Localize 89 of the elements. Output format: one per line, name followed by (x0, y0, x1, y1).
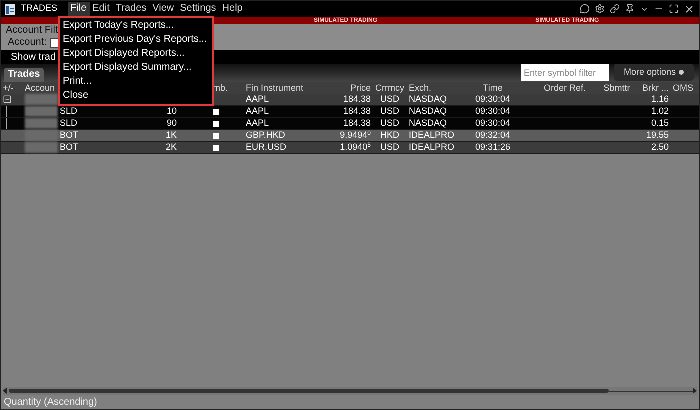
menu-option[interactable]: Export Displayed Summary... (60, 61, 212, 75)
column-header[interactable]: Time (483, 84, 503, 92)
menu-option[interactable]: Export Today's Reports... (60, 19, 212, 33)
column-header[interactable]: Price (350, 84, 371, 92)
table-cell: 2.50 (651, 142, 669, 153)
table-cell: 184.38 (343, 106, 371, 117)
table-cell: 1.16 (651, 94, 669, 105)
menu-item[interactable]: View (150, 2, 178, 16)
redacted-block (25, 106, 58, 117)
window-title: TRADES (21, 2, 58, 16)
table-cell: USD (380, 118, 400, 129)
more-options-button[interactable]: More options (614, 64, 694, 81)
table-cell: 09:32:04 (475, 130, 511, 141)
table-cell: SLD (60, 118, 78, 129)
menu-item[interactable]: Help (219, 2, 246, 16)
table-cell: HKD (380, 130, 400, 141)
table-row[interactable]: SLD 90 AAPL 184.38 USD NASDAQ 09:30:04 0.15 (1, 118, 699, 130)
field-label: Account: (8, 37, 47, 49)
table-cell: 09:30:04 (475, 106, 511, 117)
table-cell: IDEALPRO (409, 130, 455, 141)
table-cell: USD (380, 94, 400, 105)
redacted-block (25, 94, 58, 105)
account-field[interactable] (50, 38, 60, 48)
pin-icon[interactable] (625, 4, 635, 14)
collapse-icon[interactable] (3, 95, 12, 104)
table-cell: GBP.HKD (246, 130, 286, 141)
scrollbar-thumb[interactable] (9, 389, 609, 393)
redacted-block (25, 118, 58, 129)
scroll-right-icon[interactable] (693, 388, 697, 394)
table-cell: 0.15 (651, 118, 669, 129)
column-header[interactable]: +/- (3, 84, 14, 92)
column-header[interactable]: Exch. (409, 84, 432, 92)
table-cell: 184.38 (343, 94, 371, 105)
link-icon[interactable] (610, 4, 620, 14)
table-cell: EUR.USD (246, 142, 287, 153)
menu-option[interactable]: Export Previous Day's Reports... (60, 33, 212, 47)
column-header[interactable]: Brkr ... (642, 84, 669, 92)
table-cell: 1.02 (651, 106, 669, 117)
status-text: Quantity (Ascending) (4, 396, 98, 409)
table-row[interactable]: BOT 1K GBP.HKD 9.9494$^{0}$ HKD IDEALPRO 09:32:04 19.55 (1, 130, 699, 142)
table-cell: 19.55 (646, 130, 669, 141)
table-cell: 2K (166, 142, 177, 153)
table-cell: 10 (166, 106, 177, 117)
table-cell: 184.38 (343, 118, 371, 129)
column-header[interactable]: Accoun (25, 84, 56, 92)
column-header[interactable]: Fin Instrument (246, 84, 304, 92)
panel-title: Account Filt (6, 25, 58, 37)
table-cell: 09:30:04 (475, 118, 511, 129)
table-cell: 1.0940$^{5}$ (340, 142, 371, 153)
menu-item[interactable]: File (68, 2, 90, 16)
maximize-icon[interactable] (669, 4, 679, 14)
table-cell: 09:31:26 (475, 142, 511, 153)
column-header[interactable]: Order Ref. (544, 84, 586, 92)
table-cell: BOT (60, 130, 79, 141)
table-cell: 09:30:04 (475, 94, 511, 105)
symbol-filter-field[interactable]: Enter symbol filter (520, 64, 609, 81)
close-icon[interactable] (684, 4, 695, 14)
table-cell: 9.9494$^{0}$ (340, 130, 371, 141)
table-cell: 1K (166, 130, 177, 141)
table-cell: AAPL (246, 94, 270, 105)
table-cell: SLD (60, 106, 78, 117)
menu-item[interactable]: Edit (90, 2, 113, 16)
table-cell: 90 (166, 118, 177, 129)
table-cell: IDEALPRO (409, 142, 455, 153)
tab[interactable]: Trades (4, 68, 44, 82)
table-cell: AAPL (246, 106, 270, 117)
horizontal-scrollbar[interactable] (3, 387, 697, 395)
table-cell: BOT (60, 142, 79, 153)
show-trades-label: Show trad (11, 50, 56, 64)
table-cell: AAPL (246, 118, 270, 129)
redacted-block (25, 130, 58, 141)
menu-item[interactable]: Settings (177, 2, 220, 16)
table-row[interactable]: BOT 2K EUR.USD 1.0940$^{5}$ USD IDEALPRO 09:31:26 2.50 (1, 142, 699, 154)
table-cell: USD (380, 106, 400, 117)
column-header[interactable]: Crrmcy (376, 84, 404, 92)
table-cell: USD (380, 142, 400, 153)
table-cell: NASDAQ (409, 118, 448, 129)
chat-icon[interactable] (580, 4, 590, 14)
column-header[interactable]: Sbmttr (604, 84, 630, 92)
table-cell: NASDAQ (409, 94, 448, 105)
settings-icon[interactable] (595, 4, 605, 14)
column-header[interactable]: OMS (673, 84, 694, 92)
menu-option[interactable]: Export Displayed Reports... (60, 47, 212, 61)
redacted-block (25, 142, 58, 153)
app-icon (5, 4, 15, 14)
table-row[interactable]: SLD 10 AAPL 184.38 USD NASDAQ 09:30:04 1.02 (1, 106, 699, 118)
menu-item[interactable]: Trades (112, 2, 150, 16)
table-cell: NASDAQ (409, 106, 448, 117)
menu-option[interactable]: Print... (60, 75, 212, 89)
